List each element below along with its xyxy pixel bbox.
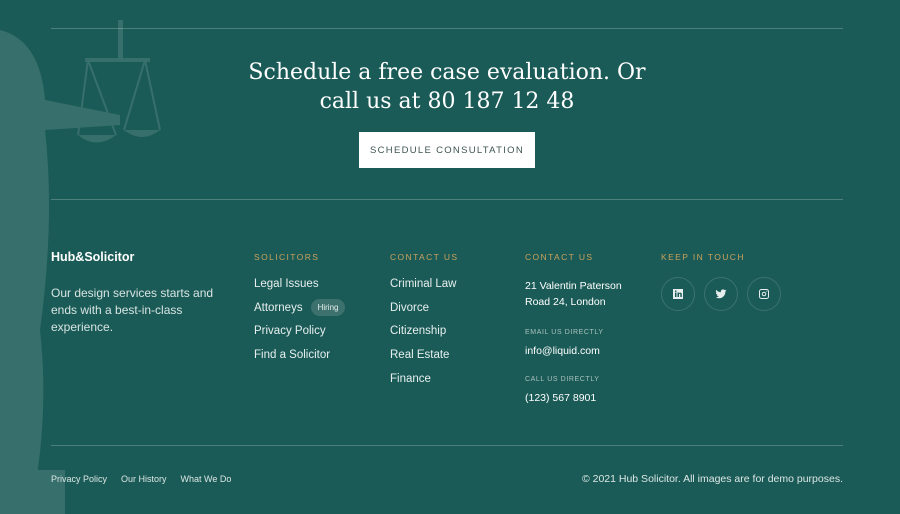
social-links bbox=[661, 277, 781, 311]
twitter-button[interactable] bbox=[704, 277, 738, 311]
contact-info-column: CONTACT US 21 Valentin Paterson Road 24,… bbox=[525, 252, 645, 404]
bottom-nav: Privacy Policy Our History What We Do bbox=[51, 474, 231, 484]
footer-link-label[interactable]: Privacy Policy bbox=[254, 325, 326, 337]
footer-link-real-estate[interactable]: Real Estate bbox=[390, 349, 458, 373]
footer-link-finance[interactable]: Finance bbox=[390, 373, 458, 397]
instagram-button[interactable] bbox=[747, 277, 781, 311]
footer-link-label[interactable]: Find a Solicitor bbox=[254, 349, 330, 361]
bottom-link-privacy-policy[interactable]: Privacy Policy bbox=[51, 474, 107, 484]
footer-link-attorneys[interactable]: Attorneys Hiring bbox=[254, 298, 346, 326]
brand-logo[interactable]: Hub&Solicitor bbox=[51, 250, 134, 264]
bottom-link-our-history[interactable]: Our History bbox=[121, 474, 167, 484]
about-text: Our design services starts and ends with… bbox=[51, 286, 214, 334]
contact-us-heading: CONTACT US bbox=[390, 252, 459, 262]
email-link[interactable]: info@liquid.com bbox=[525, 345, 645, 357]
bottom-link-what-we-do[interactable]: What We Do bbox=[181, 474, 232, 484]
footer-link-privacy-policy[interactable]: Privacy Policy bbox=[254, 325, 345, 349]
top-divider bbox=[51, 28, 843, 29]
linkedin-icon bbox=[673, 289, 683, 299]
footer-link-label[interactable]: Finance bbox=[390, 373, 431, 385]
footer-link-label[interactable]: Real Estate bbox=[390, 349, 449, 361]
footer-link-label[interactable]: Legal Issues bbox=[254, 278, 319, 290]
footer-link-label[interactable]: Citizenship bbox=[390, 325, 446, 337]
footer-link-label[interactable]: Divorce bbox=[390, 302, 429, 314]
footer-link-citizenship[interactable]: Citizenship bbox=[390, 325, 458, 349]
footer-link-criminal-law[interactable]: Criminal Law bbox=[390, 278, 458, 302]
keep-in-touch-column: KEEP IN TOUCH bbox=[661, 252, 781, 311]
cta-heading-line1: Schedule a free case evaluation. Or bbox=[248, 60, 646, 85]
footer-link-find-solicitor[interactable]: Find a Solicitor bbox=[254, 349, 345, 373]
linkedin-button[interactable] bbox=[661, 277, 695, 311]
solicitors-heading: SOLICITORS bbox=[254, 252, 320, 262]
contact-info-heading: CONTACT US bbox=[525, 252, 594, 262]
copyright-text: © 2021 Hub Solicitor. All images are for… bbox=[581, 473, 843, 485]
footer-link-divorce[interactable]: Divorce bbox=[390, 302, 458, 326]
instagram-icon bbox=[759, 289, 769, 299]
phone-label: CALL US DIRECTLY bbox=[525, 376, 600, 383]
solicitors-column: SOLICITORS Legal Issues Attorneys Hiring… bbox=[254, 252, 346, 373]
footer-link-label[interactable]: Attorneys bbox=[254, 302, 303, 314]
middle-divider bbox=[51, 199, 843, 200]
email-label: EMAIL US DIRECTLY bbox=[525, 329, 604, 336]
phone-link[interactable]: (123) 567 8901 bbox=[525, 392, 645, 404]
address: 21 Valentin Paterson Road 24, London bbox=[525, 278, 645, 310]
keep-in-touch-heading: KEEP IN TOUCH bbox=[661, 252, 745, 262]
practice-areas-column: CONTACT US Criminal Law Divorce Citizens… bbox=[390, 252, 458, 396]
bottom-divider bbox=[51, 445, 843, 446]
cta-heading-line2: call us at 80 187 12 48 bbox=[319, 89, 575, 114]
twitter-icon bbox=[715, 289, 727, 299]
hiring-badge: Hiring bbox=[310, 298, 346, 316]
cta-heading: Schedule a free case evaluation. Or call… bbox=[200, 58, 694, 116]
address-line1: 21 Valentin Paterson bbox=[525, 280, 622, 292]
footer-link-label[interactable]: Criminal Law bbox=[390, 278, 456, 290]
address-line2: Road 24, London bbox=[525, 296, 606, 308]
schedule-consultation-button[interactable]: SCHEDULE CONSULTATION bbox=[359, 132, 535, 168]
